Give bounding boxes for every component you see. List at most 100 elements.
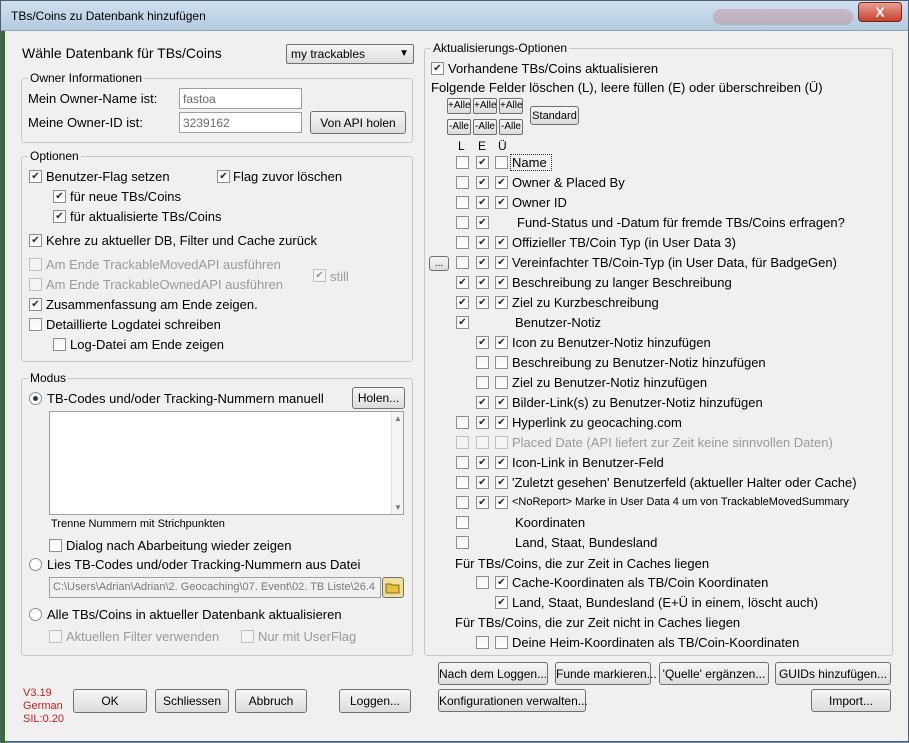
api-fetch-button[interactable]: Von API holen <box>310 111 406 134</box>
minus-all-u-button[interactable]: -Alle <box>499 119 523 135</box>
database-select[interactable]: my trackables ▼ <box>286 44 414 64</box>
field-9-e-checkbox[interactable] <box>476 336 489 349</box>
field-19-l-checkbox[interactable] <box>456 536 469 549</box>
dialog-again-checkbox[interactable] <box>49 539 62 552</box>
logfile-checkbox[interactable] <box>29 318 42 331</box>
ellipsis-button[interactable]: ... <box>429 256 449 271</box>
codes-textarea[interactable]: ▲ ▼ <box>49 411 404 515</box>
field-15-e-checkbox[interactable] <box>476 456 489 469</box>
field-6-l-checkbox[interactable] <box>456 276 469 289</box>
minus-all-l-button[interactable]: -Alle <box>447 119 471 135</box>
for-new-checkbox[interactable] <box>53 190 66 203</box>
scroll-down-icon[interactable]: ▼ <box>394 503 402 512</box>
guids-button[interactable]: GUIDs hinzufügen... <box>775 662 891 685</box>
field-14-l-checkbox[interactable] <box>456 436 469 449</box>
update-existing-checkbox[interactable] <box>431 62 444 75</box>
field-0-e-checkbox[interactable] <box>476 156 489 169</box>
import-button[interactable]: Import... <box>811 689 891 712</box>
field-17-l-checkbox[interactable] <box>456 496 469 509</box>
field-7-e-checkbox[interactable] <box>476 296 489 309</box>
field-1-u-checkbox[interactable] <box>495 176 508 189</box>
clear-flag-checkbox[interactable] <box>217 170 230 183</box>
scroll-up-icon[interactable]: ▲ <box>394 414 402 423</box>
field-12-e-checkbox[interactable] <box>476 396 489 409</box>
field-9-u-checkbox[interactable] <box>495 336 508 349</box>
owner-name-field[interactable] <box>179 88 302 109</box>
file-path-field[interactable]: C:\Users\Adrian\Adrian\2. Geocaching\07.… <box>49 577 381 598</box>
field-2-e-checkbox[interactable] <box>476 196 489 209</box>
field-3-l-checkbox[interactable] <box>456 216 469 229</box>
field-0-l-checkbox[interactable] <box>456 156 469 169</box>
field-4-u-checkbox[interactable] <box>495 236 508 249</box>
return-db-checkbox[interactable] <box>29 234 42 247</box>
minus-all-e-button[interactable]: -Alle <box>473 119 497 135</box>
plus-all-u-button[interactable]: +Alle <box>499 98 523 114</box>
still-checkbox[interactable] <box>313 269 326 282</box>
field-8-l-checkbox[interactable] <box>456 316 469 329</box>
field-16-u-checkbox[interactable] <box>495 476 508 489</box>
field-7-u-checkbox[interactable] <box>495 296 508 309</box>
field-4-l-checkbox[interactable] <box>456 236 469 249</box>
field-15-l-checkbox[interactable] <box>456 456 469 469</box>
cache-coords-e-checkbox[interactable] <box>476 576 489 589</box>
owner-id-field[interactable] <box>179 112 302 133</box>
manual-radio[interactable] <box>29 392 42 405</box>
field-5-l-checkbox[interactable] <box>456 256 469 269</box>
plus-all-e-button[interactable]: +Alle <box>473 98 497 114</box>
from-file-radio[interactable] <box>29 558 42 571</box>
current-filter-checkbox[interactable] <box>49 630 62 643</box>
field-16-e-checkbox[interactable] <box>476 476 489 489</box>
field-2-l-checkbox[interactable] <box>456 196 469 209</box>
field-14-u-checkbox[interactable] <box>495 436 508 449</box>
close-button[interactable]: X <box>858 2 902 22</box>
field-4-e-checkbox[interactable] <box>476 236 489 249</box>
home-coords-e-checkbox[interactable] <box>476 636 489 649</box>
textarea-scrollbar[interactable]: ▲ ▼ <box>391 412 403 514</box>
field-11-u-checkbox[interactable] <box>495 376 508 389</box>
land-staat-checkbox[interactable] <box>495 596 508 609</box>
quelle-button[interactable]: 'Quelle' ergänzen... <box>659 662 769 685</box>
field-5-u-checkbox[interactable] <box>495 256 508 269</box>
schliessen-button[interactable]: Schliessen <box>155 689 229 713</box>
home-coords-u-checkbox[interactable] <box>495 636 508 649</box>
field-10-u-checkbox[interactable] <box>495 356 508 369</box>
loggen-button[interactable]: Loggen... <box>339 689 411 713</box>
field-13-l-checkbox[interactable] <box>456 416 469 429</box>
moved-api-checkbox[interactable] <box>29 258 42 271</box>
field-18-l-checkbox[interactable] <box>456 516 469 529</box>
field-13-e-checkbox[interactable] <box>476 416 489 429</box>
field-1-e-checkbox[interactable] <box>476 176 489 189</box>
user-flag-checkbox[interactable] <box>29 170 42 183</box>
field-7-l-checkbox[interactable] <box>456 296 469 309</box>
only-userflag-checkbox[interactable] <box>241 630 254 643</box>
field-16-l-checkbox[interactable] <box>456 476 469 489</box>
show-log-checkbox[interactable] <box>53 338 66 351</box>
nach-loggen-button[interactable]: Nach dem Loggen... <box>438 662 548 685</box>
field-6-u-checkbox[interactable] <box>495 276 508 289</box>
for-updated-checkbox[interactable] <box>53 210 66 223</box>
plus-all-l-button[interactable]: +Alle <box>447 98 471 114</box>
cache-coords-u-checkbox[interactable] <box>495 576 508 589</box>
standard-button[interactable]: Standard <box>530 106 579 125</box>
field-0-u-checkbox[interactable] <box>495 156 508 169</box>
field-6-e-checkbox[interactable] <box>476 276 489 289</box>
holen-button[interactable]: Holen... <box>352 387 405 409</box>
field-2-u-checkbox[interactable] <box>495 196 508 209</box>
ok-button[interactable]: OK <box>73 689 147 713</box>
owned-api-checkbox[interactable] <box>29 278 42 291</box>
field-12-u-checkbox[interactable] <box>495 396 508 409</box>
field-17-u-checkbox[interactable] <box>495 496 508 509</box>
field-15-u-checkbox[interactable] <box>495 456 508 469</box>
all-update-radio[interactable] <box>29 608 42 621</box>
summary-checkbox[interactable] <box>29 298 42 311</box>
field-17-e-checkbox[interactable] <box>476 496 489 509</box>
funde-button[interactable]: Funde markieren... <box>555 662 657 685</box>
field-14-e-checkbox[interactable] <box>476 436 489 449</box>
field-1-l-checkbox[interactable] <box>456 176 469 189</box>
folder-open-icon[interactable] <box>382 577 404 598</box>
field-10-e-checkbox[interactable] <box>476 356 489 369</box>
field-3-e-checkbox[interactable] <box>476 216 489 229</box>
field-13-u-checkbox[interactable] <box>495 416 508 429</box>
field-11-e-checkbox[interactable] <box>476 376 489 389</box>
field-5-e-checkbox[interactable] <box>476 256 489 269</box>
